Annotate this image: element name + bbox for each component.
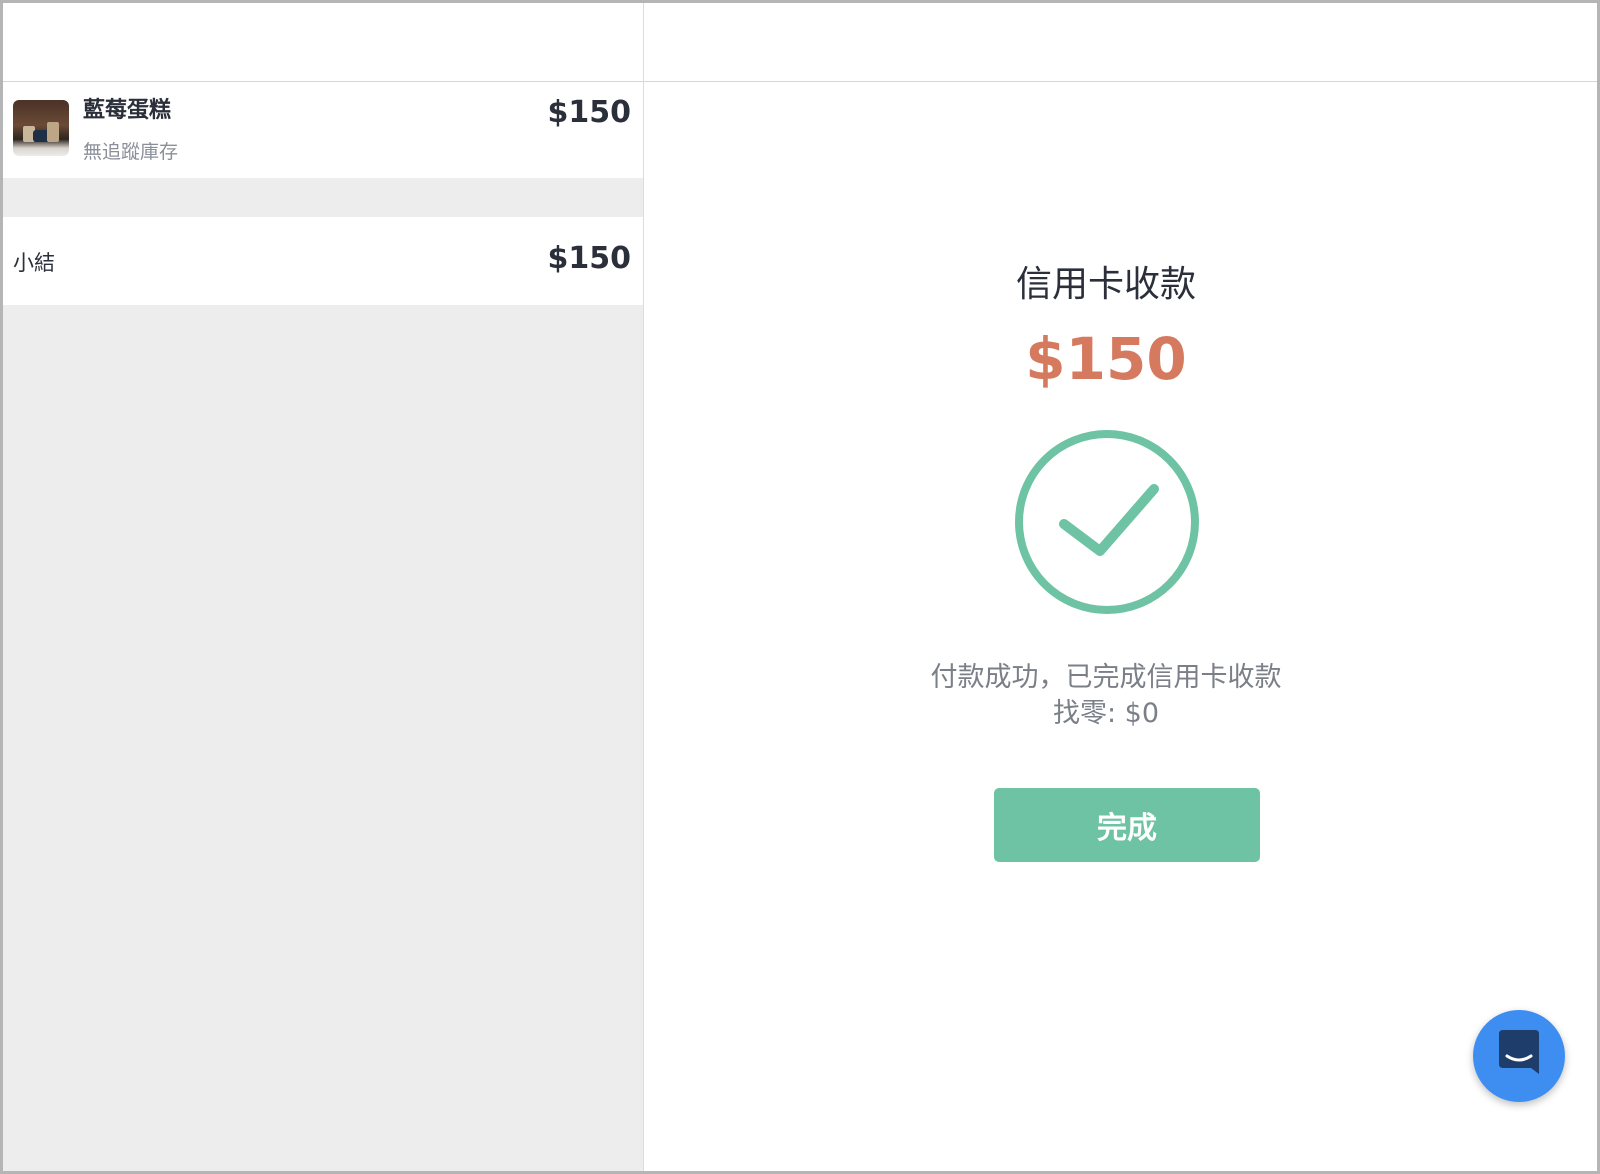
check-circle-icon [1014,429,1200,615]
payment-panel: 信用卡收款 $150 付款成功，已完成信用卡收款 找零: $0 完成 [644,3,1597,1171]
app-window: 藍莓蛋糕 無追蹤庫存 $150 小結 $150 信用卡收款 $150 付款成功，… [0,0,1600,1174]
order-panel-header [3,3,643,82]
item-name: 藍莓蛋糕 [83,98,172,123]
order-panel: 藍莓蛋糕 無追蹤庫存 $150 小結 $150 [3,3,644,1171]
subtotal-row: 小結 $150 [3,217,643,305]
item-thumbnail [13,100,69,156]
subtotal-value: $150 [547,241,632,276]
payment-title: 信用卡收款 [1015,264,1196,305]
cart-item-row[interactable]: 藍莓蛋糕 無追蹤庫存 $150 [3,82,643,178]
chat-bubble-icon [1499,1030,1539,1074]
change-amount: 找零: $0 [1052,698,1160,729]
payment-amount: $150 [1025,325,1187,393]
chat-support-button[interactable] [1473,1010,1565,1102]
payment-success-message: 付款成功，已完成信用卡收款 [930,662,1282,693]
done-button[interactable]: 完成 [994,788,1260,862]
payment-panel-header [644,3,1597,82]
item-price: $150 [547,95,632,130]
subtotal-label: 小結 [13,251,55,275]
item-stock-status: 無追蹤庫存 [83,141,179,163]
